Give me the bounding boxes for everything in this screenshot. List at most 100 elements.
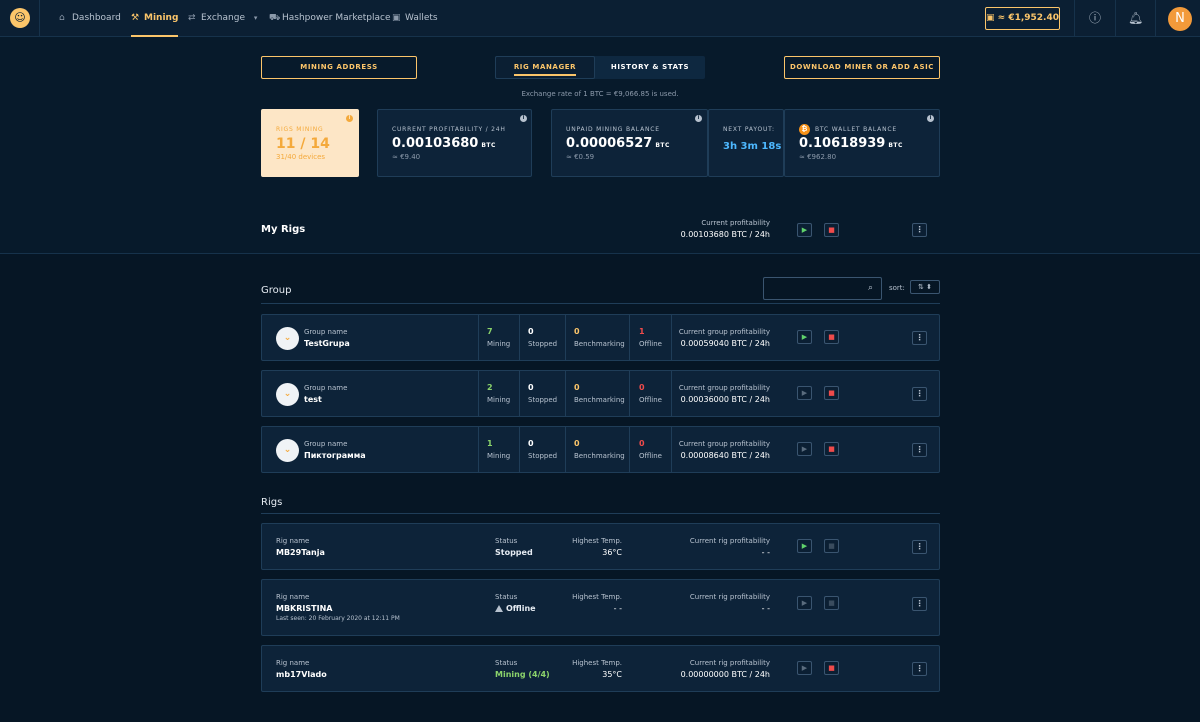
info-icon[interactable]: ⓘ [1088, 11, 1102, 25]
rig-status: Offline [506, 604, 536, 613]
search-input[interactable]: ⌕ [763, 277, 882, 300]
stop-rig-button[interactable]: ■ [824, 661, 839, 675]
info-icon[interactable]: i [520, 115, 527, 122]
more-menu-icon[interactable]: ⋮ [912, 223, 927, 237]
stop-group-button[interactable]: ■ [824, 442, 839, 456]
nav-wallets[interactable]: ▣ Wallets [392, 0, 438, 37]
next-payout-value: 3h 3m 18s [723, 141, 782, 152]
start-group-button[interactable]: ▶ [797, 442, 812, 456]
stop-all-button[interactable]: ■ [824, 223, 839, 237]
rigs-mining-value: 11 / 14 [276, 136, 330, 152]
column-divider [671, 371, 672, 416]
rig-temp: 36°C [602, 548, 622, 557]
more-menu-icon[interactable]: ⋮ [912, 387, 927, 401]
nav-mining[interactable]: ⚒ Mining [131, 0, 179, 37]
group-profitability-value: 0.00059040 BTC / 24h [680, 339, 770, 348]
info-icon[interactable]: i [346, 115, 353, 122]
more-menu-icon[interactable]: ⋮ [912, 540, 927, 554]
rig-temp: - - [613, 604, 622, 613]
offline-count: 1 [639, 327, 645, 336]
start-group-button[interactable]: ▶ [797, 330, 812, 344]
tab-rig-manager[interactable]: RIG MANAGER [495, 56, 595, 79]
start-rig-button[interactable]: ▶ [797, 596, 812, 610]
stop-group-button[interactable]: ■ [824, 386, 839, 400]
top-navbar: ☺ ⌂ Dashboard ⚒ Mining ⇄ Exchange ▾ ⛟ Hashpo… [0, 0, 1200, 37]
start-rig-button[interactable]: ▶ [797, 539, 812, 553]
sort-label: sort: [889, 284, 905, 292]
group-name-label: Group name [304, 440, 348, 448]
avatar[interactable]: N [1168, 7, 1192, 31]
rigs-mining-label: RIGS MINING [276, 126, 324, 133]
info-icon[interactable]: i [695, 115, 702, 122]
total-profitability-value: 0.00103680 BTC / 24h [680, 230, 770, 239]
expand-chevron-icon[interactable]: ⌄ [276, 327, 299, 350]
rig-profitability-label: Current rig profitability [689, 537, 770, 545]
rig-name: MB29Tanja [276, 548, 325, 557]
expand-chevron-icon[interactable]: ⌄ [276, 383, 299, 406]
group-profitability-label: Current group profitability [678, 384, 770, 392]
group-profitability-label: Current group profitability [678, 328, 770, 336]
nav-exchange[interactable]: ⇄ Exchange ▾ [188, 0, 257, 37]
stop-rig-button[interactable]: ■ [824, 596, 839, 610]
rig-row[interactable]: Rig name MB29Tanja Status Stopped Highes… [261, 523, 940, 570]
group-name-label: Group name [304, 328, 348, 336]
group-row[interactable]: ⌄ Group name test 2 Mining 0 Stopped 0 B… [261, 370, 940, 417]
next-payout-label: NEXT PAYOUT: [723, 126, 775, 133]
unpaid-number: 0.00006527 [566, 136, 653, 151]
group-row[interactable]: ⌄ Group name TestGrupa 7 Mining 0 Stoppe… [261, 314, 940, 361]
tab-history-stats[interactable]: HISTORY & STATS [595, 56, 705, 79]
mining-count-label: Mining [487, 340, 511, 348]
rig-temp: 35°C [602, 670, 622, 679]
group-row[interactable]: ⌄ Group name Пиктограмма 1 Mining 0 Stop… [261, 426, 940, 473]
start-group-button[interactable]: ▶ [797, 386, 812, 400]
group-name-label: Group name [304, 384, 348, 392]
profitability-fiat: ≈ €9.40 [392, 153, 421, 161]
nav-hashpower-label: Hashpower Marketplace [282, 13, 391, 23]
bell-icon[interactable]: 🔔︎ [1128, 11, 1143, 25]
benchmarking-count: 0 [574, 439, 580, 448]
home-icon: ⌂ [59, 13, 65, 23]
download-miner-button[interactable]: DOWNLOAD MINER OR ADD ASIC [784, 56, 940, 79]
benchmarking-count-label: Benchmarking [574, 452, 625, 460]
unpaid-balance-card: UNPAID MINING BALANCE 0.00006527 BTC ≈ €0… [551, 109, 708, 177]
sort-select[interactable]: ⇅ ⬍ [910, 280, 940, 294]
balance-value: ≈ €1,952.40 [997, 13, 1059, 23]
more-menu-icon[interactable]: ⋮ [912, 597, 927, 611]
nav-exchange-label: Exchange [201, 13, 245, 23]
stopped-count-label: Stopped [528, 452, 558, 460]
start-all-button[interactable]: ▶ [797, 223, 812, 237]
rig-row[interactable]: Rig name mb17Vlado Status Mining (4/4) H… [261, 645, 940, 692]
nav-dashboard[interactable]: ⌂ Dashboard [59, 0, 121, 37]
more-menu-icon[interactable]: ⋮ [912, 331, 927, 345]
unpaid-label: UNPAID MINING BALANCE [566, 126, 660, 133]
stop-group-button[interactable]: ■ [824, 330, 839, 344]
wallet-balance-value: 0.10618939 BTC [799, 136, 903, 151]
rig-status-label: Status [495, 537, 518, 545]
more-menu-icon[interactable]: ⋮ [912, 443, 927, 457]
logo[interactable]: ☺ [0, 0, 40, 37]
group-name: TestGrupa [304, 339, 350, 348]
next-payout-card: NEXT PAYOUT: 3h 3m 18s [708, 109, 784, 177]
start-rig-button[interactable]: ▶ [797, 661, 812, 675]
expand-chevron-icon[interactable]: ⌄ [276, 439, 299, 462]
more-menu-icon[interactable]: ⋮ [912, 662, 927, 676]
rig-temp-label: Highest Temp. [572, 659, 622, 667]
nav-hashpower-marketplace[interactable]: ⛟ Hashpower Marketplace [269, 0, 391, 37]
mining-address-button[interactable]: MINING ADDRESS [261, 56, 417, 79]
exchange-rate-note: Exchange rate of 1 BTC = €9,066.85 is us… [521, 90, 679, 98]
balance-button[interactable]: ▣ ≈ €1,952.40 [985, 7, 1060, 30]
nav-mining-label: Mining [144, 13, 179, 23]
stop-rig-button[interactable]: ■ [824, 539, 839, 553]
rig-name-label: Rig name [276, 593, 310, 601]
profitability-label: CURRENT PROFITABILITY / 24H [392, 126, 506, 133]
column-divider [629, 427, 630, 472]
info-icon[interactable]: i [927, 115, 934, 122]
rig-name-label: Rig name [276, 537, 310, 545]
nav-divider [1074, 0, 1075, 37]
wallet-balance-label: BTC WALLET BALANCE [815, 126, 897, 133]
section-divider [261, 303, 940, 304]
column-divider [478, 371, 479, 416]
rig-row[interactable]: Rig name MBKRISTINA Last seen: 20 Februa… [261, 579, 940, 636]
exchange-icon: ⇄ [188, 13, 196, 23]
wallet-icon: ▣ [392, 13, 401, 23]
